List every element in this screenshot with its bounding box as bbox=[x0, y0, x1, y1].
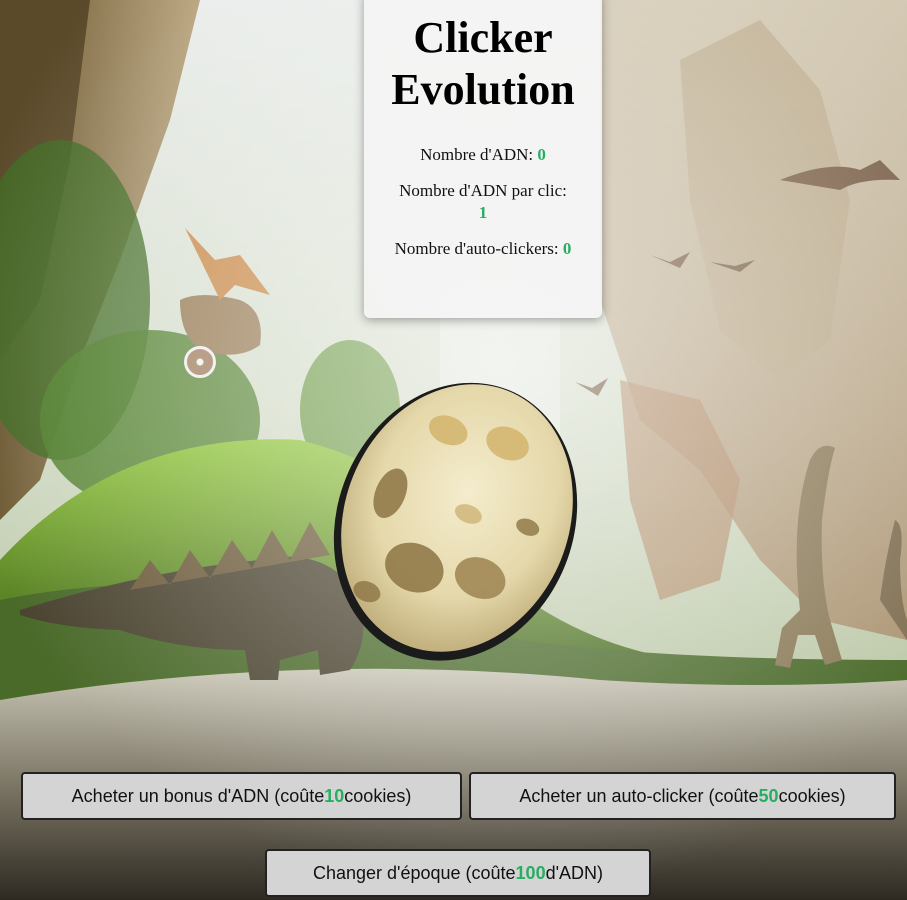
buy-dna-bonus-suffix: cookies) bbox=[344, 785, 412, 806]
auto-clicker-count-value: 0 bbox=[562, 239, 572, 258]
change-epoch-button[interactable]: Changer d'époque (coûte 100 d'ADN) bbox=[265, 849, 651, 897]
dna-per-click: Nombre d'ADN par clic: 1 bbox=[393, 180, 573, 224]
change-epoch-prefix: Changer d'époque (coûte bbox=[312, 862, 516, 883]
dna-per-click-label: Nombre d'ADN par clic: bbox=[399, 181, 567, 200]
auto-clicker-count: Nombre d'auto-clickers: 0 bbox=[393, 238, 573, 260]
game-title-line2: Evolution bbox=[391, 65, 575, 114]
change-epoch-cost: 100 bbox=[515, 862, 546, 883]
dna-count-value: 0 bbox=[537, 145, 546, 164]
stats-panel: Clicker Evolution Nombre d'ADN: 0 Nombre… bbox=[364, 0, 602, 318]
buy-auto-clicker-suffix: cookies) bbox=[778, 785, 846, 806]
buy-dna-bonus-button[interactable]: Acheter un bonus d'ADN (coûte 10 cookies… bbox=[21, 772, 462, 820]
buy-dna-bonus-cost: 10 bbox=[324, 785, 345, 806]
dna-count-label: Nombre d'ADN: bbox=[420, 145, 538, 164]
dinosaur-egg-icon[interactable] bbox=[326, 370, 588, 666]
buy-auto-clicker-button[interactable]: Acheter un auto-clicker (coûte 50 cookie… bbox=[469, 772, 896, 820]
dna-count: Nombre d'ADN: 0 bbox=[393, 144, 573, 166]
dna-per-click-value: 1 bbox=[478, 203, 488, 222]
buy-auto-clicker-prefix: Acheter un auto-clicker (coûte bbox=[519, 785, 759, 806]
click-cursor-icon bbox=[184, 346, 216, 378]
game-title: Clicker Evolution bbox=[364, 12, 602, 116]
buy-dna-bonus-prefix: Acheter un bonus d'ADN (coûte bbox=[71, 785, 325, 806]
auto-clicker-count-label: Nombre d'auto-clickers: bbox=[394, 239, 563, 258]
game-title-line1: Clicker bbox=[413, 13, 553, 62]
buy-auto-clicker-cost: 50 bbox=[758, 785, 779, 806]
change-epoch-suffix: d'ADN) bbox=[545, 862, 604, 883]
